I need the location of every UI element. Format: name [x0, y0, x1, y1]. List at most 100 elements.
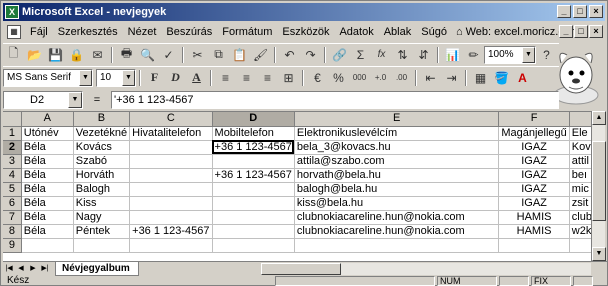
cell[interactable]	[212, 238, 295, 253]
cell[interactable]: horvath@bela.hu	[294, 168, 500, 183]
row-header[interactable]: 9	[3, 238, 22, 253]
cell[interactable]: IGAZ	[498, 168, 570, 183]
drawing-icon[interactable]: ✏	[463, 45, 484, 65]
cell[interactable]: Horváth	[73, 168, 131, 183]
function-icon[interactable]: fx	[371, 45, 392, 65]
menu-insert[interactable]: Beszúrás	[161, 26, 217, 38]
print-icon[interactable]: 🖶	[116, 45, 137, 65]
cell[interactable]: Péntek	[73, 224, 131, 239]
column-header-a[interactable]: A	[21, 112, 74, 127]
cell[interactable]	[212, 182, 295, 197]
cell[interactable]: Nagy	[73, 210, 131, 225]
row-header[interactable]: 3	[3, 154, 22, 169]
formula-input[interactable]: '+36 1 123-4567	[111, 91, 559, 109]
name-box[interactable]: D2 ▼	[3, 91, 83, 109]
align-center-icon[interactable]: ≡	[236, 68, 257, 88]
menu-file[interactable]: Fájl	[25, 26, 53, 38]
cell[interactable]: Mobiltelefon	[212, 126, 295, 141]
cell[interactable]: Utónév	[21, 126, 74, 141]
cell[interactable]: Szabó	[73, 154, 131, 169]
cell[interactable]	[212, 224, 295, 239]
row-header[interactable]: 2	[3, 140, 22, 155]
title-bar[interactable]: X Microsoft Excel - nevjegyek _ □ ×	[3, 3, 605, 21]
row-header[interactable]: 4	[3, 168, 22, 183]
vertical-scrollbar[interactable]: ▲ ▼	[591, 111, 606, 261]
row-header[interactable]: 8	[3, 224, 22, 239]
cell[interactable]: +36 1 123-4567	[212, 140, 295, 155]
email-icon[interactable]: ✉	[87, 45, 108, 65]
cell[interactable]: Béla	[21, 210, 74, 225]
thousands-button[interactable]: 000	[349, 68, 370, 88]
select-all-corner[interactable]	[3, 112, 22, 127]
menu-window[interactable]: Ablak	[379, 26, 417, 38]
scroll-up-icon[interactable]: ▲	[592, 111, 606, 125]
undo-icon[interactable]: ↶	[279, 45, 300, 65]
increase-indent-icon[interactable]: ⇥	[441, 68, 462, 88]
merge-center-icon[interactable]: ⊞	[278, 68, 299, 88]
increase-decimal-icon[interactable]: +.0	[370, 68, 391, 88]
column-header-c[interactable]: C	[129, 112, 213, 127]
decrease-indent-icon[interactable]: ⇤	[420, 68, 441, 88]
currency-icon[interactable]: €	[307, 68, 328, 88]
cell[interactable]: HAMIS	[498, 210, 570, 225]
cell[interactable]: IGAZ	[498, 140, 570, 155]
horizontal-scrollbar[interactable]	[261, 263, 591, 275]
save-icon[interactable]: 💾	[45, 45, 66, 65]
cell[interactable]: attila@szabo.com	[294, 154, 500, 169]
minimize-button[interactable]: _	[557, 5, 571, 18]
borders-icon[interactable]: ▦	[470, 68, 491, 88]
cell[interactable]: Béla	[21, 224, 74, 239]
cell[interactable]: balogh@bela.hu	[294, 182, 500, 197]
cut-icon[interactable]: ✂	[187, 45, 208, 65]
cell[interactable]	[129, 140, 213, 155]
decrease-decimal-icon[interactable]: .00	[391, 68, 412, 88]
menu-format[interactable]: Formátum	[217, 26, 277, 38]
column-header-e[interactable]: E	[294, 112, 500, 127]
cell[interactable]: Béla	[21, 140, 74, 155]
cell[interactable]: Kovács	[73, 140, 131, 155]
cell[interactable]: Béla	[21, 168, 74, 183]
permission-icon[interactable]: 🔒	[66, 45, 87, 65]
cell[interactable]: Béla	[21, 196, 74, 211]
font-size-select[interactable]: 10 ▼	[96, 68, 136, 87]
cell[interactable]: Béla	[21, 182, 74, 197]
cell[interactable]	[129, 238, 213, 253]
first-sheet-icon[interactable]: |◀	[3, 262, 15, 275]
menu-data[interactable]: Adatok	[334, 26, 378, 38]
hscroll-thumb[interactable]	[261, 263, 341, 275]
row-header[interactable]: 7	[3, 210, 22, 225]
spelling-icon[interactable]: ✓	[158, 45, 179, 65]
cell[interactable]: clubnokiacareline.hun@nokia.com	[294, 224, 500, 239]
cell[interactable]	[129, 196, 213, 211]
cell[interactable]	[129, 168, 213, 183]
close-button[interactable]: ×	[589, 5, 603, 18]
cell[interactable]	[498, 238, 570, 253]
scroll-thumb[interactable]	[592, 141, 606, 221]
cell[interactable]: Balogh	[73, 182, 131, 197]
cell[interactable]: bela_3@kovacs.hu	[294, 140, 500, 155]
last-sheet-icon[interactable]: ▶|	[39, 262, 51, 275]
column-header-b[interactable]: B	[73, 112, 131, 127]
hyperlink-icon[interactable]: 🔗	[329, 45, 350, 65]
fill-color-icon[interactable]: 🪣	[491, 68, 512, 88]
cell[interactable]	[129, 210, 213, 225]
percent-button[interactable]: %	[328, 68, 349, 88]
cell[interactable]	[212, 154, 295, 169]
cell[interactable]	[294, 238, 500, 253]
cell[interactable]	[21, 238, 74, 253]
menu-view[interactable]: Nézet	[123, 26, 162, 38]
sheet-tab-active[interactable]: Névjegyalbum	[55, 261, 139, 276]
underline-button[interactable]: A	[186, 68, 207, 88]
cell[interactable]: IGAZ	[498, 182, 570, 197]
next-sheet-icon[interactable]: ▶	[27, 262, 39, 275]
open-icon[interactable]: 📂	[24, 45, 45, 65]
cell[interactable]: +36 1 123-4567	[129, 224, 213, 239]
cell[interactable]: Kiss	[73, 196, 131, 211]
sort-descending-icon[interactable]: ⇵	[413, 45, 434, 65]
cell[interactable]: Hivatalitelefon	[129, 126, 213, 141]
redo-icon[interactable]: ↷	[300, 45, 321, 65]
scroll-down-icon[interactable]: ▼	[592, 247, 606, 261]
cell[interactable]	[129, 182, 213, 197]
row-header[interactable]: 5	[3, 182, 22, 197]
font-name-select[interactable]: MS Sans Serif ▼	[3, 68, 93, 87]
